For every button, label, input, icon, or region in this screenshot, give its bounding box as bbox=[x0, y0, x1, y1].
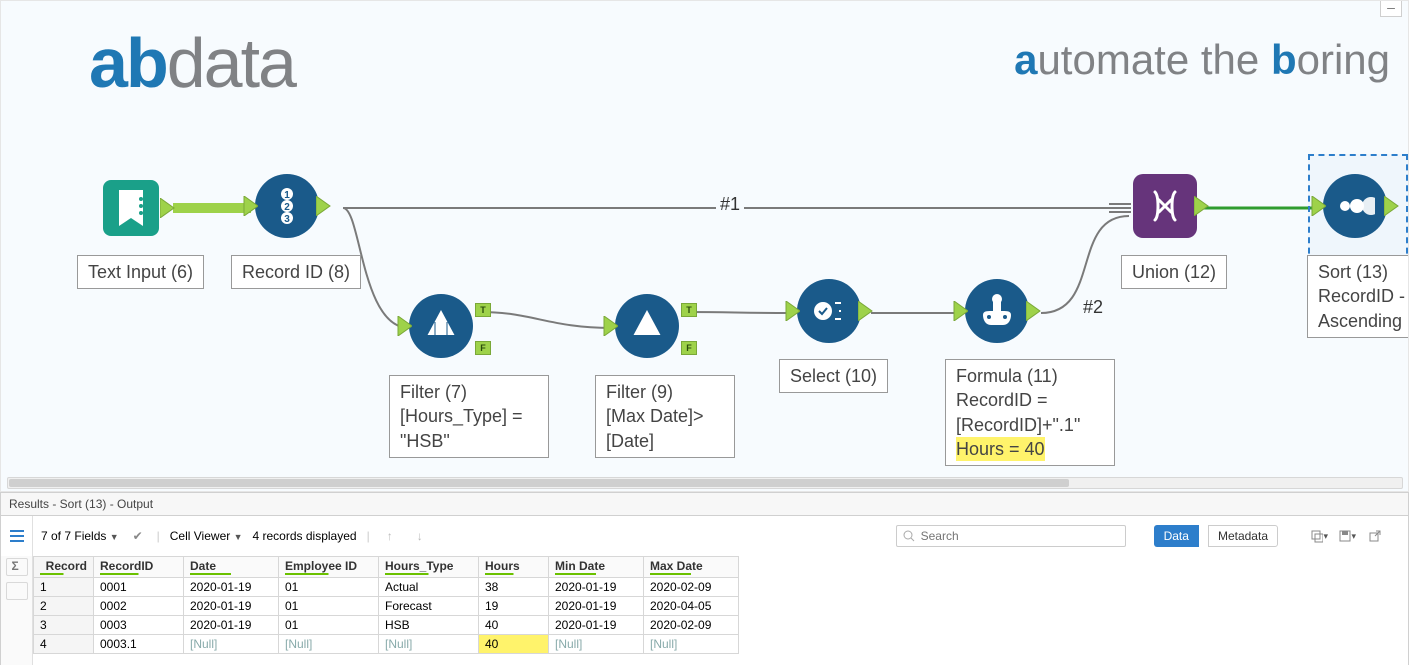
workflow-tool-filter-7[interactable] bbox=[409, 294, 473, 358]
workflow-canvas[interactable]: – abdata automate the boring #1 bbox=[0, 0, 1409, 492]
tool-label-text-input: Text Input (6) bbox=[77, 255, 204, 289]
tool-label-select: Select (10) bbox=[779, 359, 888, 393]
collapse-button[interactable]: – bbox=[1380, 1, 1402, 17]
table-row[interactable]: 40003.1[Null][Null][Null]40[Null][Null] bbox=[34, 635, 739, 654]
table-mode-gutter: Σ bbox=[1, 556, 33, 665]
data-view-button[interactable]: Data bbox=[1154, 525, 1199, 547]
svg-text:1: 1 bbox=[284, 190, 290, 201]
svg-text:2: 2 bbox=[284, 202, 290, 213]
horizontal-scrollbar[interactable] bbox=[7, 477, 1403, 489]
column-header[interactable]: Max Date bbox=[644, 557, 739, 578]
save-icon[interactable]: ▾ bbox=[1338, 527, 1356, 545]
tool-label-filter-9: Filter (9)[Max Date]>[Date] bbox=[595, 375, 735, 458]
prev-record-button[interactable]: ↑ bbox=[380, 526, 400, 546]
filter-false-anchor: F bbox=[681, 341, 697, 355]
connection-label-1: #1 bbox=[716, 194, 744, 215]
popout-icon[interactable] bbox=[1366, 527, 1384, 545]
table-row[interactable]: 200022020-01-1901Forecast192020-01-19202… bbox=[34, 597, 739, 616]
tool-label-formula: Formula (11)RecordID =[RecordID]+".1"Hou… bbox=[945, 359, 1115, 466]
list-view-icon[interactable] bbox=[8, 529, 26, 543]
table-row[interactable]: 100012020-01-1901Actual382020-01-192020-… bbox=[34, 578, 739, 597]
column-header[interactable]: Hours_Type bbox=[379, 557, 479, 578]
search-icon bbox=[903, 530, 915, 542]
results-toolbar: 7 of 7 Fields ▼ ✔ | Cell Viewer ▼ 4 reco… bbox=[0, 516, 1409, 556]
workflow-tool-select[interactable] bbox=[797, 279, 861, 343]
workflow-tool-filter-9[interactable] bbox=[615, 294, 679, 358]
column-header[interactable]: Employee ID bbox=[279, 557, 379, 578]
workflow-tool-sort[interactable] bbox=[1323, 174, 1387, 238]
svg-text:3: 3 bbox=[284, 214, 290, 225]
column-header[interactable]: Record bbox=[34, 557, 94, 578]
connection-label-2: #2 bbox=[1079, 297, 1107, 318]
layout-icon[interactable] bbox=[6, 582, 28, 600]
workflow-tool-union[interactable] bbox=[1133, 174, 1197, 238]
table-row[interactable]: 300032020-01-1901HSB402020-01-192020-02-… bbox=[34, 616, 739, 635]
workflow-tool-text-input[interactable] bbox=[99, 176, 163, 243]
column-header[interactable]: Hours bbox=[479, 557, 549, 578]
results-search-input[interactable] bbox=[896, 525, 1126, 547]
filter-true-anchor: T bbox=[681, 303, 697, 317]
fields-dropdown[interactable]: 7 of 7 Fields ▼ bbox=[41, 529, 119, 543]
tool-label-sort: Sort (13)RecordID -Ascending bbox=[1307, 255, 1409, 338]
tool-label-filter-7: Filter (7)[Hours_Type] ="HSB" bbox=[389, 375, 549, 458]
filter-false-anchor: F bbox=[475, 341, 491, 355]
results-table[interactable]: RecordRecordIDDateEmployee IDHours_TypeH… bbox=[33, 556, 739, 654]
results-panel-header: Results - Sort (13) - Output bbox=[0, 492, 1409, 516]
copy-icon[interactable]: ▾ bbox=[1310, 527, 1328, 545]
next-record-button[interactable]: ↓ bbox=[410, 526, 430, 546]
brand-logo: abdata bbox=[89, 23, 295, 103]
column-header[interactable]: Date bbox=[184, 557, 279, 578]
sigma-icon[interactable]: Σ bbox=[6, 558, 28, 576]
tool-label-record-id: Record ID (8) bbox=[231, 255, 361, 289]
metadata-view-button[interactable]: Metadata bbox=[1208, 525, 1278, 547]
filter-true-anchor: T bbox=[475, 303, 491, 317]
brand-tagline: automate the boring bbox=[1014, 36, 1390, 84]
cell-viewer-dropdown[interactable]: Cell Viewer ▼ bbox=[170, 529, 243, 543]
column-header[interactable]: Min Date bbox=[549, 557, 644, 578]
tool-label-union: Union (12) bbox=[1121, 255, 1227, 289]
workflow-tool-formula[interactable] bbox=[965, 279, 1029, 343]
check-icon[interactable]: ✔ bbox=[129, 527, 147, 545]
workflow-tool-record-id[interactable]: 123 bbox=[255, 174, 319, 238]
records-count-label: 4 records displayed bbox=[253, 529, 357, 543]
column-header[interactable]: RecordID bbox=[94, 557, 184, 578]
